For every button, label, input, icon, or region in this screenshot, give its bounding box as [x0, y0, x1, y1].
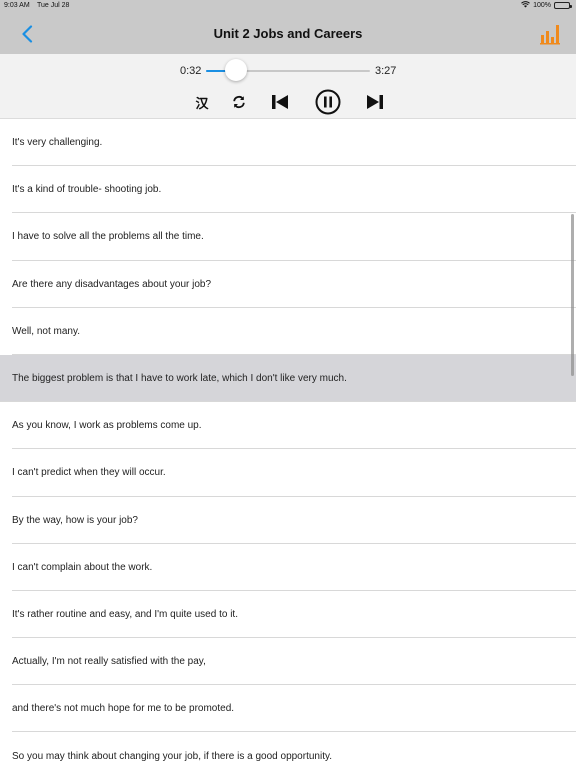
- pause-button[interactable]: [315, 89, 341, 115]
- sentence-row[interactable]: I can't predict when they will occur.: [0, 449, 576, 497]
- previous-icon: [272, 95, 288, 109]
- current-time: 0:32: [180, 65, 202, 77]
- sentence-row[interactable]: I have to solve all the problems all the…: [0, 213, 576, 261]
- sentence-row[interactable]: It's rather routine and easy, and I'm qu…: [0, 591, 576, 639]
- bar-chart-icon: [540, 25, 560, 45]
- sentence-list[interactable]: It's very challenging. It's a kind of tr…: [0, 119, 576, 768]
- page-title: Unit 2 Jobs and Careers: [213, 26, 363, 41]
- stats-button[interactable]: [538, 22, 562, 46]
- progress-thumb[interactable]: [224, 59, 247, 81]
- audio-player: 0:32 3:27 汉: [0, 54, 576, 119]
- sentence-row[interactable]: Actually, I'm not really satisfied with …: [0, 638, 576, 686]
- repeat-icon: [233, 95, 245, 109]
- next-button[interactable]: [364, 91, 386, 113]
- sentence-row[interactable]: Are there any disadvantages about your j…: [0, 261, 576, 308]
- status-right: 100%: [521, 1, 572, 10]
- next-icon: [367, 95, 383, 109]
- total-time: 3:27: [375, 65, 397, 77]
- battery-percent: 100%: [533, 2, 551, 9]
- sentence-row[interactable]: It's very challenging.: [0, 119, 576, 167]
- wifi-icon: [521, 1, 530, 10]
- status-time: 9:03 AM: [4, 2, 30, 9]
- sentence-row[interactable]: By the way, how is your job?: [0, 497, 576, 544]
- sentence-row[interactable]: I can't complain about the work.: [0, 544, 576, 592]
- sentence-row[interactable]: As you know, I work as problems come up.: [0, 402, 576, 450]
- chinese-toggle-button[interactable]: 汉: [192, 91, 212, 113]
- list-scrollbar[interactable]: [571, 214, 574, 376]
- sentence-row-active[interactable]: The biggest problem is that I have to wo…: [0, 354, 576, 403]
- status-date: Tue Jul 28: [37, 2, 70, 9]
- sentence-row[interactable]: So you may think about changing your job…: [0, 732, 576, 768]
- sentence-row[interactable]: and there's not much hope for me to be p…: [0, 685, 576, 733]
- battery-icon: [554, 2, 572, 9]
- status-bar: 9:03 AM Tue Jul 28 100%: [0, 0, 576, 12]
- sentence-row[interactable]: Well, not many.: [0, 308, 576, 356]
- pause-icon: [315, 89, 341, 115]
- sentence-row[interactable]: It's a kind of trouble- shooting job.: [0, 166, 576, 214]
- nav-bar: Unit 2 Jobs and Careers: [0, 12, 576, 54]
- repeat-button[interactable]: [229, 91, 249, 113]
- previous-button[interactable]: [269, 91, 291, 113]
